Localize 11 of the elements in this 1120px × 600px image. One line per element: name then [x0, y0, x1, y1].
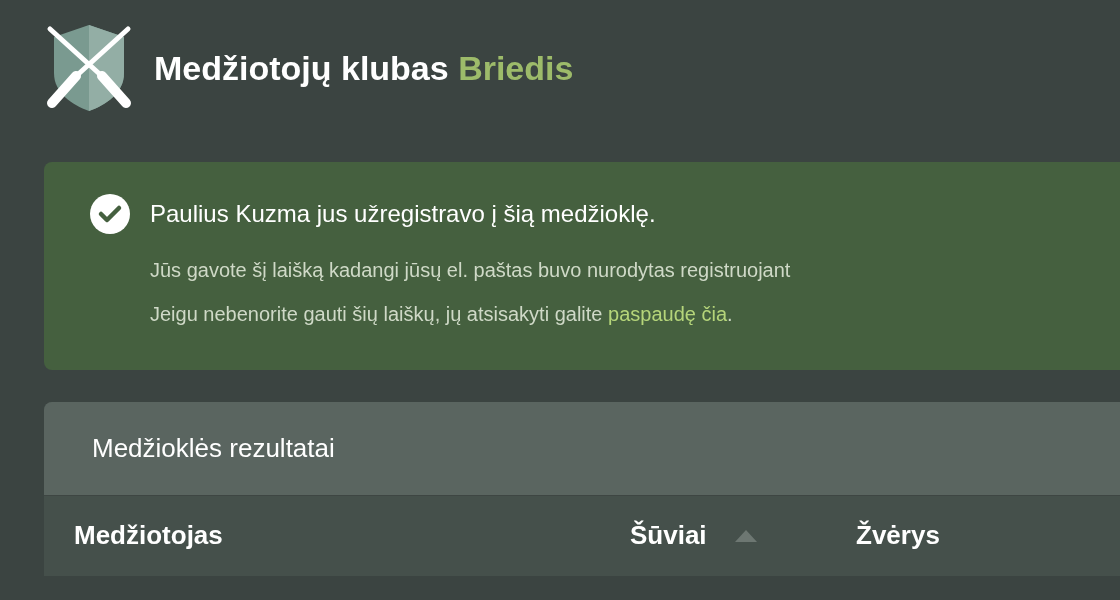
column-header[interactable]: Žvėrys	[856, 516, 940, 555]
card-title: Medžioklės rezultatai	[92, 432, 335, 465]
alert-heading: Paulius Kuzma jus užregistravo į šią medžioklę.	[150, 199, 656, 229]
column-header[interactable]: Šūviai	[630, 516, 707, 555]
unsubscribe-link[interactable]: paspaudę čia	[608, 303, 728, 325]
alert-text: Jūs gavote šį laišką kadangi jūsų el. paštas buvo nurodytas registruojant	[150, 258, 791, 283]
sort-arrow-icon	[734, 529, 757, 542]
site-title: Medžiotojų klubas Briedis	[154, 47, 574, 89]
alert-text: Jeigu nebenorite gauti šių laiškų, jų atsisakyti galite paspaudę čia.	[150, 302, 733, 327]
check-circle-icon	[90, 194, 130, 234]
column-header[interactable]: Medžiotojas	[74, 516, 223, 555]
